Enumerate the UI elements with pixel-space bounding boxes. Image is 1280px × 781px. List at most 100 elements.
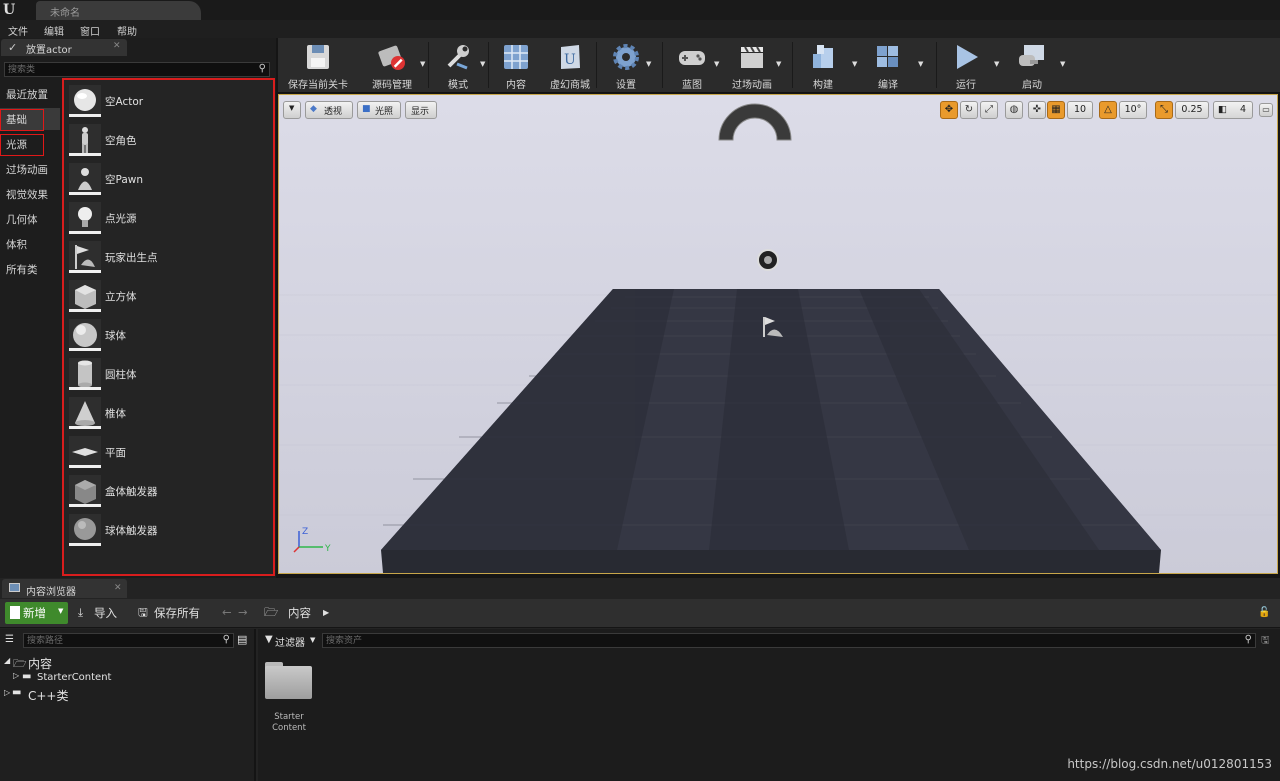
- content-button[interactable]: 内容: [490, 40, 542, 91]
- tree-item-starter-content[interactable]: StarterContent: [37, 672, 111, 683]
- sources-toggle-icon[interactable]: ☰: [5, 634, 14, 645]
- menu-edit[interactable]: 编辑: [44, 23, 64, 38]
- camera-speed-button[interactable]: ◧ 4: [1213, 101, 1253, 119]
- menu-help[interactable]: 帮助: [117, 23, 137, 38]
- save-all-button[interactable]: 保存所有: [154, 605, 200, 621]
- import-icon[interactable]: ⤓: [78, 605, 83, 620]
- build-button[interactable]: 构建 ▼: [796, 40, 857, 91]
- category-geometry[interactable]: 几何体: [0, 208, 60, 230]
- lock-icon[interactable]: 🔓: [1258, 607, 1270, 618]
- play-button[interactable]: 运行 ▼: [942, 40, 999, 91]
- add-new-button[interactable]: 新增 ▼: [5, 602, 68, 624]
- actor-item-player-start[interactable]: 玩家出生点: [69, 239, 269, 275]
- chevron-down-icon[interactable]: ▼: [420, 60, 425, 68]
- actor-item-box-trigger[interactable]: 盒体触发器: [69, 473, 269, 509]
- chevron-down-icon[interactable]: ▼: [310, 636, 315, 644]
- viewport-options-button[interactable]: ▼: [283, 101, 301, 119]
- actor-item-cube[interactable]: 立方体: [69, 278, 269, 314]
- lit-button[interactable]: ■ 光照: [357, 101, 401, 119]
- world-space-icon[interactable]: ◍: [1005, 101, 1023, 119]
- class-search-input[interactable]: [8, 63, 248, 76]
- show-button[interactable]: 显示: [405, 101, 437, 119]
- folder-tile-starter-content[interactable]: Starter Content: [264, 662, 314, 737]
- level-viewport[interactable]: Z Y ▼ ◆ 透视 ■ 光照 显示 ✥ ↻ ⤢ ◍ ✜ ▦ 10 △ 10° …: [278, 94, 1278, 574]
- collapse-arrow-icon[interactable]: ▷: [4, 688, 10, 697]
- chevron-down-icon[interactable]: ▼: [994, 60, 999, 68]
- breadcrumb-arrow-icon[interactable]: ▶: [323, 608, 329, 617]
- expand-arrow-icon[interactable]: ◢: [4, 656, 10, 665]
- menu-file[interactable]: 文件: [8, 23, 28, 38]
- chevron-down-icon[interactable]: ▼: [852, 60, 857, 68]
- cinematics-button[interactable]: 过场动画 ▼: [724, 40, 781, 91]
- place-actor-tab[interactable]: ✓ 放置actor ✕: [1, 39, 127, 56]
- actor-label: 圆柱体: [105, 369, 137, 381]
- save-level-button[interactable]: 保存当前关卡: [280, 40, 356, 91]
- grid-snap-icon[interactable]: ▦: [1047, 101, 1065, 119]
- category-cinematic[interactable]: 过场动画: [0, 158, 60, 180]
- menu-window[interactable]: 窗口: [80, 23, 100, 38]
- chevron-down-icon[interactable]: ▼: [1060, 60, 1065, 68]
- path-search-input[interactable]: [27, 634, 207, 647]
- search-icon[interactable]: ⚲: [223, 634, 230, 645]
- save-all-icon[interactable]: 🖫: [138, 605, 148, 624]
- actor-item-plane[interactable]: 平面: [69, 434, 269, 470]
- perspective-button[interactable]: ◆ 透视: [305, 101, 353, 119]
- search-icon[interactable]: ⚲: [1245, 634, 1252, 645]
- actor-item-empty-character[interactable]: 空角色: [69, 122, 269, 158]
- close-icon[interactable]: ✕: [114, 583, 122, 593]
- rotate-icon[interactable]: ↻: [960, 101, 978, 119]
- category-recent[interactable]: 最近放置: [0, 83, 60, 105]
- asset-search-input[interactable]: [326, 634, 1226, 647]
- actor-item-empty-pawn[interactable]: 空Pawn: [69, 161, 269, 197]
- import-button[interactable]: 导入: [94, 605, 117, 621]
- chevron-down-icon[interactable]: ▼: [918, 60, 923, 68]
- actor-label: 球体: [105, 330, 126, 342]
- maximize-icon[interactable]: ▭: [1259, 103, 1273, 117]
- scale-snap-value[interactable]: 0.25: [1175, 101, 1209, 119]
- chevron-down-icon[interactable]: ▼: [646, 60, 651, 68]
- chevron-down-icon[interactable]: ▼: [776, 60, 781, 68]
- launch-button[interactable]: 启动 ▼: [1008, 40, 1065, 91]
- scale-snap-icon[interactable]: ⤡: [1155, 101, 1173, 119]
- tree-item-content[interactable]: 内容: [28, 655, 52, 672]
- back-arrow-icon[interactable]: ←: [222, 605, 232, 619]
- grid-snap-value[interactable]: 10: [1067, 101, 1093, 119]
- actor-item-point-light[interactable]: 点光源: [69, 200, 269, 236]
- actor-item-cone[interactable]: 椎体: [69, 395, 269, 431]
- scale-icon[interactable]: ⤢: [980, 101, 998, 119]
- category-all-classes[interactable]: 所有类: [0, 258, 60, 280]
- level-tab[interactable]: 未命名: [36, 1, 201, 20]
- category-basic[interactable]: 基础: [0, 108, 60, 131]
- class-search-box: ⚲: [4, 62, 270, 77]
- rotation-snap-value[interactable]: 10°: [1119, 101, 1147, 119]
- settings-button[interactable]: 设置 ▼: [598, 40, 654, 91]
- category-volumes[interactable]: 体积: [0, 233, 60, 255]
- category-visual-effects[interactable]: 视觉效果: [0, 183, 60, 205]
- rotation-snap-icon[interactable]: △: [1099, 101, 1117, 119]
- path-breadcrumb[interactable]: 内容: [288, 605, 311, 621]
- compile-button[interactable]: 编译 ▼: [862, 40, 923, 91]
- actor-item-sphere[interactable]: 球体: [69, 317, 269, 353]
- surface-snap-icon[interactable]: ✜: [1028, 101, 1046, 119]
- tree-item-cpp-classes[interactable]: C++类: [28, 687, 69, 704]
- marketplace-button[interactable]: U 虚幻商城: [540, 40, 600, 91]
- path-view-options-icon[interactable]: ▤: [237, 633, 247, 646]
- blueprints-button[interactable]: 蓝图 ▼: [664, 40, 720, 91]
- actor-item-cylinder[interactable]: 圆柱体: [69, 356, 269, 392]
- filters-button[interactable]: 过滤器: [275, 634, 305, 649]
- modes-button[interactable]: 模式 ▼: [430, 40, 486, 91]
- content-browser-tab[interactable]: 内容浏览器 ✕: [2, 579, 127, 598]
- actor-item-sphere-trigger[interactable]: 球体触发器: [69, 512, 269, 548]
- source-control-button[interactable]: 源码管理 ▼: [358, 40, 426, 91]
- actor-item-empty-actor[interactable]: 空Actor: [69, 83, 269, 119]
- save-search-icon[interactable]: 🖫: [1261, 633, 1270, 650]
- search-icon[interactable]: ⚲: [259, 63, 266, 74]
- close-icon[interactable]: ✕: [113, 41, 121, 51]
- translate-icon[interactable]: ✥: [940, 101, 958, 119]
- forward-arrow-icon[interactable]: →: [238, 605, 248, 619]
- collapse-arrow-icon[interactable]: ▷: [13, 671, 19, 680]
- chevron-down-icon[interactable]: ▼: [480, 60, 485, 68]
- filter-funnel-icon[interactable]: ▼: [265, 634, 273, 645]
- chevron-down-icon[interactable]: ▼: [714, 60, 719, 68]
- category-lights[interactable]: 光源: [0, 133, 60, 156]
